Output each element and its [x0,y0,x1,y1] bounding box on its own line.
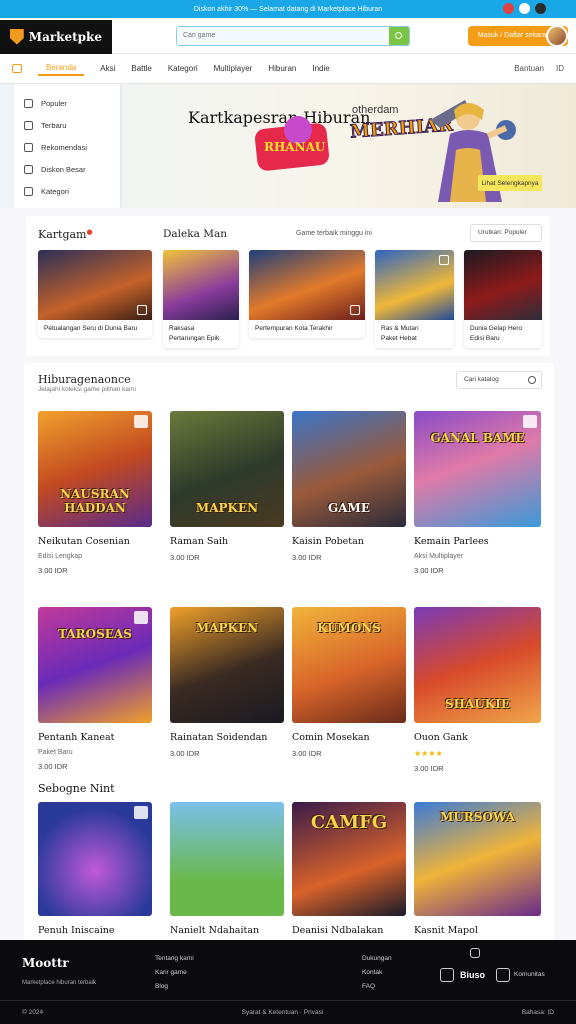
language-switch[interactable]: ID [556,64,564,73]
footer-link[interactable]: Kontak [362,966,392,980]
side-menu-item[interactable]: Diskon Besar [14,158,120,180]
tag-icon [24,164,33,174]
game-card[interactable]: SHAUKIE Ouon Gank ★★★★ 3.00 IDR [414,607,541,773]
logo-icon [10,28,24,45]
game-card[interactable]: MURSOWA Kasnit Mapol [414,802,541,936]
footer-bottom: © 2024 Syarat & Ketentuan · Privasi Baha… [0,1000,576,1024]
grid-icon [24,186,33,196]
bookmark-icon[interactable] [350,305,360,315]
hero-subtitle: otherdam [352,104,399,116]
hero-cta-button[interactable]: Lihat Selengkapnya [478,175,542,191]
catalog-title: Hiburagenaonce [38,373,131,386]
bookmark-icon[interactable] [439,255,449,265]
featured-title: Kartgam● [38,228,93,241]
side-menu-item[interactable]: Kategori [14,180,120,202]
game-card[interactable]: MAPKEN Rainatan Soidendan 3.00 IDR [170,607,284,758]
star-icon [24,120,33,130]
game-card[interactable]: Penuh Iniscaine [38,802,152,936]
settings-icon[interactable] [519,3,530,14]
side-menu-item[interactable]: Terbaru [14,114,120,136]
game-card[interactable]: GANAL BAME Kemain Parlees Aksi Multiplayer… [414,411,541,575]
nav-item[interactable]: Beranda [38,61,85,76]
fire-icon [24,98,33,108]
nav-item[interactable]: Indie [312,64,329,73]
game-card[interactable]: CAMFG Deanisi Ndbalakan [292,802,406,936]
login-button[interactable]: Masuk / Daftar sekarang [467,24,568,47]
language-selector[interactable]: Bahasa: ID [522,1009,554,1016]
footer-link[interactable]: Blog [155,980,194,994]
search-icon [395,32,403,39]
featured-card[interactable]: Pertempuran Kota Terakhir [249,250,365,338]
featured-section: Kartgam● Daleka Man Game terbaik minggu … [26,216,550,356]
footer-link[interactable]: Dukungan [362,952,392,966]
wishlist-icon[interactable] [523,415,537,428]
game-card[interactable]: NAUSRAN HADDAN Neikutan Cosenian Edisi Len… [38,411,152,575]
game-card[interactable]: MAPKEN Raman Saih 3.00 IDR [170,411,284,562]
nav-item[interactable]: Battle [131,64,151,73]
side-menu-item[interactable]: Populer [14,92,120,114]
featured-card[interactable]: Dunia Gelap Hero Edisi Baru [464,250,542,348]
search-icon [528,376,536,384]
header: Marketpke Masuk / Daftar sekarang [0,18,576,54]
hero-badge: RHANAU [254,116,330,180]
search-input[interactable] [177,26,389,45]
user-icon[interactable] [535,3,546,14]
copyright: © 2024 [22,1009,44,1016]
wishlist-icon[interactable] [134,806,148,819]
catalog-search[interactable]: Cari katalog [456,371,542,389]
hero-banner: Populer Terbaru Rekomendasi Diskon Besar… [0,84,576,208]
nav-item[interactable]: Kategori [168,64,198,73]
community-icon[interactable] [496,968,510,982]
footer-link[interactable]: FAQ [362,980,392,994]
hero-title: Kartkapesran Hiburan [188,108,371,127]
footer-logo: Moottr [22,956,69,970]
nav-item[interactable]: Multiplayer [214,64,253,73]
main-nav: Beranda Aksi Battle Kategori Multiplayer… [0,54,576,84]
thumb-icon [24,142,33,152]
game-card[interactable]: GAME Kaisin Pobetan 3.00 IDR [292,411,406,562]
side-menu-item[interactable]: Rekomendasi [14,136,120,158]
logo[interactable]: Marketpke [0,19,112,54]
footer-brand[interactable]: Biuso [460,968,485,982]
sort-select[interactable]: Urutkan: Populer [470,224,542,242]
featured-card[interactable]: Ras & Mutan Paket Hebat [375,250,454,348]
footer: Moottr Marketplace hiburan terbaik Tenta… [0,940,576,1024]
side-menu: Populer Terbaru Rekomendasi Diskon Besar… [14,84,120,208]
game-card[interactable]: Nanielt Ndahaitan [170,802,284,936]
bookmark-icon[interactable] [137,305,147,315]
wishlist-icon[interactable] [134,611,148,624]
help-link[interactable]: Bantuan [514,64,544,73]
social-icon[interactable] [470,948,480,958]
footer-tagline: Marketplace hiburan terbaik [22,980,97,986]
home-icon[interactable] [12,64,22,73]
nav-item[interactable]: Aksi [100,64,115,73]
app-store-icon[interactable] [440,968,454,982]
featured-card[interactable]: Petualangan Seru di Dunia Baru [38,250,152,338]
rating-stars: ★★★★ [414,749,443,758]
featured-label: Game terbaik minggu ini [296,230,372,237]
catalog-subtitle: Jelajahi koleksi game pilihan kami [38,386,136,393]
promo-bar: Diskon akhir 30% — Selamat datang di Mar… [0,0,576,18]
promo-message: Diskon akhir 30% — Selamat datang di Mar… [193,5,383,13]
search-button[interactable] [388,26,409,45]
login-label: Masuk / Daftar sekarang [477,32,554,39]
wishlist-icon[interactable] [134,415,148,428]
footer-link[interactable]: Karir game [155,966,194,980]
section-title: Sebogne Nint [38,782,115,795]
game-card[interactable]: TAROSEAS Pentanh Kaneat Paket Baru 3.00 IDR [38,607,152,771]
featured-title-2: Daleka Man [163,228,227,240]
avatar[interactable] [546,24,568,47]
nav-item[interactable]: Hiburan [268,64,296,73]
logo-text: Marketpke [28,29,102,44]
notification-icon[interactable] [503,3,514,14]
footer-community[interactable]: Komunitas [514,968,545,982]
game-card[interactable]: KUMONS Comin Mosekan 3.00 IDR [292,607,406,758]
search-bar [176,25,410,46]
featured-card[interactable]: Raksasa Pertarungan Epik [163,250,239,348]
legal-links[interactable]: Syarat & Ketentuan · Privasi [242,1009,324,1016]
footer-link[interactable]: Tentang kami [155,952,194,966]
